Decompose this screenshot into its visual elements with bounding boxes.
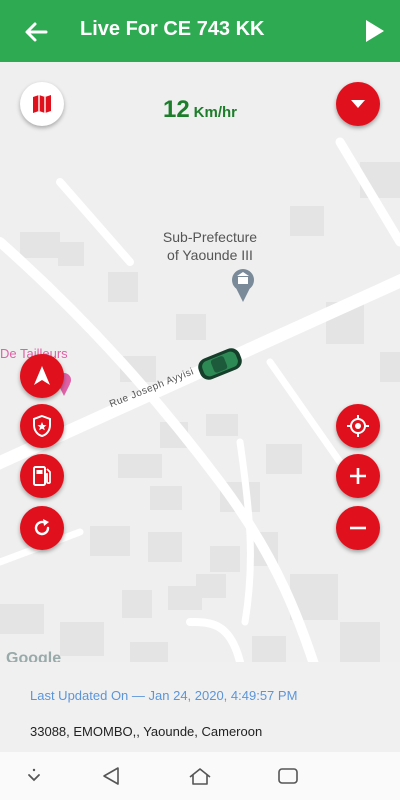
dropdown-button[interactable]	[336, 82, 380, 126]
nav-back-icon[interactable]	[98, 764, 126, 788]
police-button[interactable]	[20, 404, 64, 448]
nav-home-icon[interactable]	[186, 764, 214, 788]
locate-button[interactable]	[336, 404, 380, 448]
app-header: Live For CE 743 KK	[0, 0, 400, 62]
zoom-in-button[interactable]	[336, 454, 380, 498]
zoom-out-minus-icon	[350, 526, 366, 530]
nav-down-icon[interactable]	[20, 764, 48, 788]
locate-target-icon	[347, 415, 369, 437]
zoom-in-plus-icon	[350, 468, 366, 484]
speed-unit: Km/hr	[193, 104, 238, 121]
fuel-button[interactable]	[20, 454, 64, 498]
fuel-pump-icon	[33, 466, 51, 486]
map-type-button[interactable]	[20, 82, 64, 126]
last-updated-text: Last Updated On — Jan 24, 2020, 4:49:57 …	[30, 688, 298, 703]
map-icon	[33, 95, 51, 113]
navigation-button[interactable]	[20, 354, 64, 398]
navigation-arrow-icon	[34, 366, 50, 385]
nav-recents-icon[interactable]	[274, 764, 302, 788]
map-canvas	[0, 62, 400, 662]
speed-value: 12	[162, 96, 190, 123]
system-nav-bar	[0, 752, 400, 800]
page-title: Live For CE 743 KK	[80, 18, 265, 40]
info-panel: Last Updated On — Jan 24, 2020, 4:49:57 …	[0, 662, 400, 752]
address-text: 33088, EMOMBO,, Yaounde, Cameroon	[30, 724, 263, 739]
poi-label: Sub-Prefecture of Yaounde III	[162, 229, 258, 263]
refresh-icon	[34, 519, 50, 536]
police-shield-icon	[33, 414, 51, 438]
play-icon[interactable]	[362, 18, 386, 44]
map-view[interactable]: Sub-Prefecture of Yaounde III	[0, 62, 400, 662]
chevron-down-icon	[351, 100, 365, 108]
arrow-left-icon[interactable]	[22, 18, 50, 46]
refresh-button[interactable]	[20, 506, 64, 550]
zoom-out-button[interactable]	[336, 506, 380, 550]
